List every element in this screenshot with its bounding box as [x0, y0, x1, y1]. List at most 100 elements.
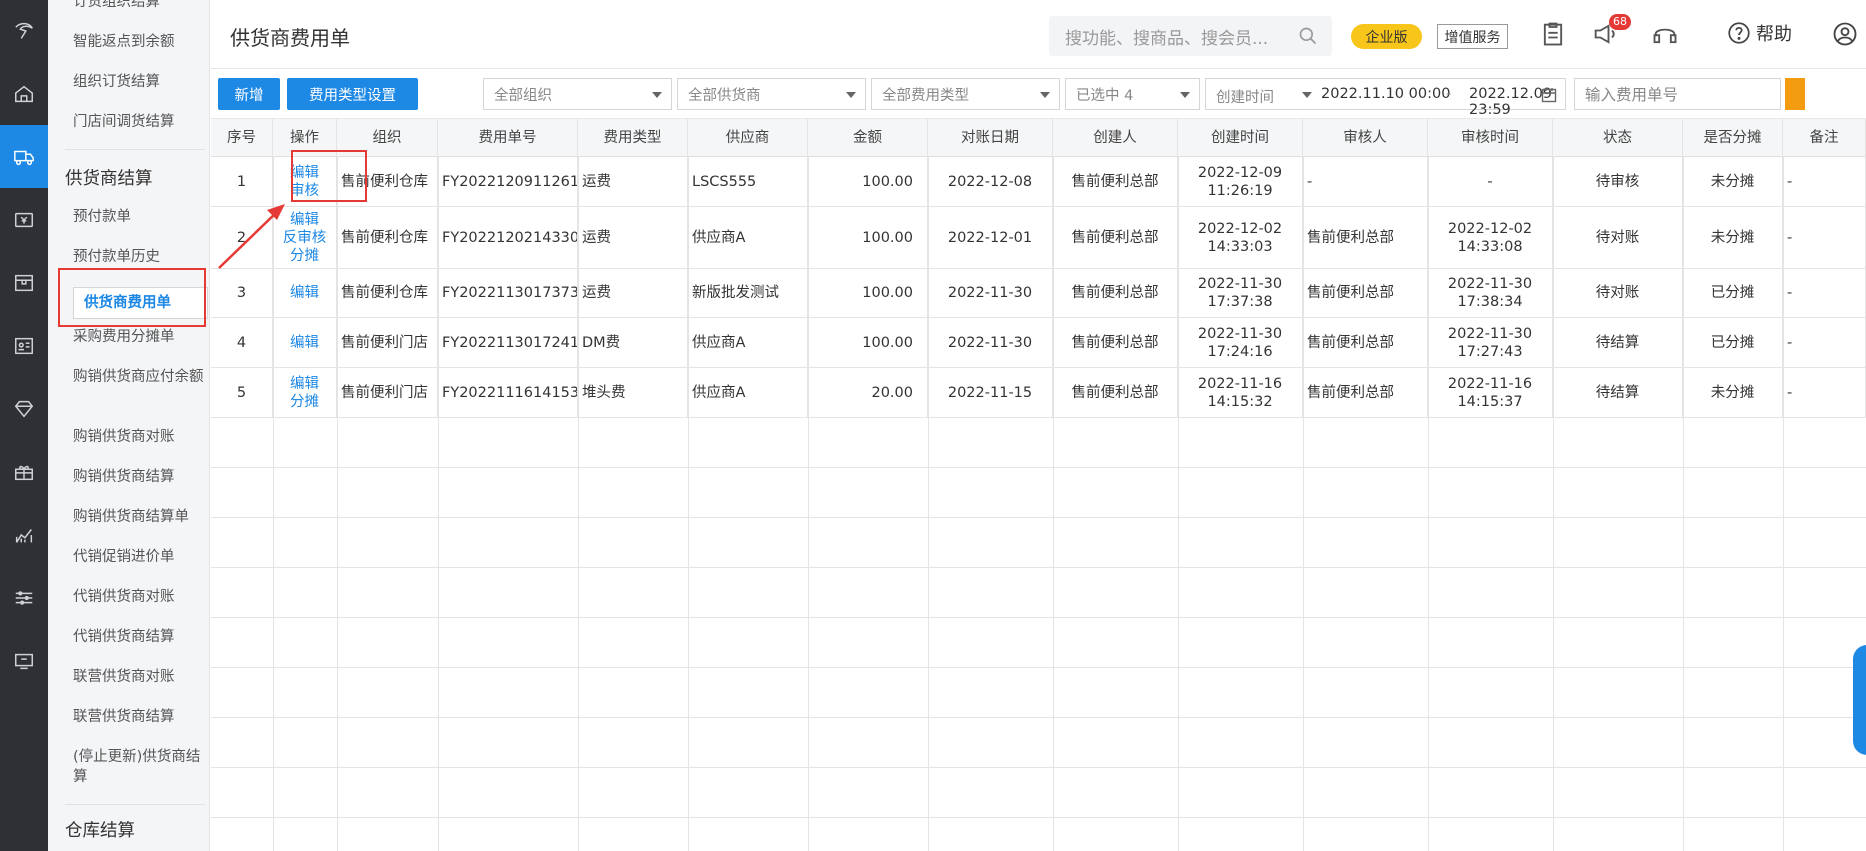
date-range-picker[interactable]: 创建时间 2022.11.10 00:00 - 2022.12.09 23:59 — [1205, 78, 1566, 118]
table-row[interactable]: 2编辑反审核分摊售前便利仓库FY20221202143303778运费供应商A1… — [211, 207, 1866, 269]
column-header[interactable]: 状态 — [1553, 119, 1683, 157]
search-submit-button[interactable] — [1785, 78, 1805, 110]
column-header[interactable]: 供应商 — [688, 119, 808, 157]
sidebar-item-prepay-history[interactable]: 预付款单历史 — [73, 247, 208, 267]
value-added-button[interactable]: 增值服务 — [1437, 24, 1508, 49]
clipboard-icon[interactable] — [1539, 20, 1567, 48]
global-search[interactable]: 搜功能、搜商品、搜会员... — [1049, 16, 1332, 56]
column-header[interactable]: 对账日期 — [928, 119, 1053, 157]
cell-created: 2022-11-30 17:24:16 — [1178, 318, 1303, 367]
column-divider — [578, 157, 579, 851]
fee-type-select[interactable]: 全部费用类型 — [871, 78, 1060, 110]
cell-org: 售前便利门店 — [337, 368, 438, 417]
sidebar-item-cut[interactable]: 订货组织结算 — [73, 0, 208, 12]
supplier-select[interactable]: 全部供货商 — [677, 78, 866, 110]
user-avatar-icon[interactable] — [1831, 20, 1859, 52]
column-header[interactable]: 备注 — [1783, 119, 1866, 157]
row-actions: 编辑 — [277, 334, 333, 352]
table-row[interactable]: 1编辑审核售前便利仓库FY20221209112619784运费LSCS5551… — [211, 157, 1866, 207]
row-action-link[interactable]: 分摊 — [290, 393, 319, 411]
row-action-link[interactable]: 编辑 — [290, 375, 319, 393]
column-divider — [1428, 157, 1429, 851]
home-icon[interactable] — [0, 62, 48, 125]
cell-creator: 售前便利总部 — [1053, 368, 1178, 417]
cell-note: - — [1783, 207, 1866, 268]
sidebar-item-purchase-alloc[interactable]: 采购费用分摊单 — [73, 327, 208, 347]
gift-icon[interactable] — [0, 440, 48, 503]
status-select[interactable]: 已选中 4 — [1065, 78, 1200, 110]
calendar-icon[interactable] — [1541, 87, 1557, 103]
sidebar-item-rebate[interactable]: 智能返点到余额 — [73, 32, 208, 52]
org-select[interactable]: 全部组织 — [483, 78, 672, 110]
cell-status: 待结算 — [1553, 368, 1683, 417]
fee-type-select-value: 全部费用类型 — [882, 87, 969, 104]
column-header[interactable]: 是否分摊 — [1683, 119, 1783, 157]
fee-type-settings-button[interactable]: 费用类型设置 — [287, 78, 418, 110]
id-card-icon[interactable] — [0, 314, 48, 377]
cell-status: 待对账 — [1553, 269, 1683, 317]
column-divider — [1053, 157, 1054, 851]
column-header[interactable]: 费用单号 — [438, 119, 578, 157]
sidebar-group-warehouse[interactable]: 仓库结算 — [65, 817, 135, 842]
cell-type: 运费 — [578, 269, 688, 317]
cell-note: - — [1783, 269, 1866, 317]
sidebar-item-purchase-recon[interactable]: 购销供货商对账 — [73, 427, 208, 447]
box-icon[interactable] — [0, 251, 48, 314]
fee-number-input[interactable]: 输入费用单号 — [1574, 78, 1781, 110]
delivery-truck-icon[interactable] — [0, 125, 48, 188]
cell-supplier: 新版批发测试 — [688, 269, 808, 317]
help-button[interactable]: 帮助 — [1726, 20, 1792, 46]
logo-icon[interactable] — [0, 0, 48, 62]
sliders-icon[interactable] — [0, 566, 48, 629]
yen-icon[interactable] — [0, 188, 48, 251]
table-row[interactable]: 3 编辑售前便利仓库FY20221130173738596运费新版批发测试100.… — [211, 269, 1866, 318]
row-action-link[interactable]: 编辑 — [290, 284, 319, 302]
sidebar-item-joint-recon[interactable]: 联营供货商对账 — [73, 667, 208, 687]
date-from[interactable]: 2022.11.10 00:00 — [1321, 86, 1450, 102]
edition-badge[interactable]: 企业版 — [1351, 24, 1422, 49]
column-divider — [928, 157, 929, 851]
search-input[interactable]: 搜功能、搜商品、搜会员... — [1065, 24, 1298, 49]
sidebar-item-consign-settle[interactable]: 代销供货商结算 — [73, 627, 208, 647]
column-header[interactable]: 创建人 — [1053, 119, 1178, 157]
search-icon[interactable] — [1298, 26, 1318, 46]
monitor-icon[interactable] — [0, 629, 48, 692]
column-header[interactable]: 审核时间 — [1428, 119, 1553, 157]
table-row[interactable]: 5编辑分摊售前便利门店FY20221116141532734堆头费供应商A20.… — [211, 368, 1866, 418]
sidebar-item-joint-settle[interactable]: 联营供货商结算 — [73, 707, 208, 727]
sidebar-item-legacy-settle[interactable]: (停止更新)供货商结算 — [73, 747, 208, 787]
cell-recon: 2022-11-15 — [928, 368, 1053, 417]
sidebar-item-consign-promo[interactable]: 代销促销进价单 — [73, 547, 208, 567]
sidebar-item-prepay[interactable]: 预付款单 — [73, 207, 208, 227]
sidebar-divider — [65, 149, 205, 150]
sidebar-item-purchase-settle[interactable]: 购销供货商结算 — [73, 467, 208, 487]
cell-audited: 2022-11-30 17:38:34 — [1428, 269, 1553, 317]
date-field-select[interactable]: 创建时间 — [1216, 86, 1274, 107]
column-header[interactable]: 创建时间 — [1178, 119, 1303, 157]
add-button[interactable]: 新增 — [218, 78, 280, 110]
sidebar-item-purchase-settle-doc[interactable]: 购销供货商结算单 — [73, 507, 208, 527]
column-header[interactable]: 金额 — [808, 119, 928, 157]
cell-type: 堆头费 — [578, 368, 688, 417]
sidebar-item-payable-balance[interactable]: 购销供货商应付余额 — [73, 367, 208, 387]
sidebar-item-org-order[interactable]: 组织订货结算 — [73, 72, 208, 92]
sidebar-group-supplier[interactable]: 供货商结算 — [65, 165, 153, 190]
chart-icon[interactable] — [0, 503, 48, 566]
annotation-highlight-box — [58, 268, 206, 327]
diamond-icon[interactable] — [0, 377, 48, 440]
headset-icon[interactable] — [1651, 20, 1679, 48]
sidebar-item-consign-recon[interactable]: 代销供货商对账 — [73, 587, 208, 607]
icon-rail — [0, 0, 48, 851]
sidebar-item-store-transfer[interactable]: 门店间调货结算 — [73, 112, 208, 132]
empty-row — [211, 568, 1866, 618]
cell-code: FY20221209112619784 — [438, 157, 578, 206]
column-header[interactable]: 审核人 — [1303, 119, 1428, 157]
cell-amount: 100.00 — [808, 157, 928, 206]
row-action-link[interactable]: 编辑 — [290, 334, 319, 352]
column-header[interactable]: 序号 — [211, 119, 273, 157]
empty-row — [211, 518, 1866, 568]
table-row[interactable]: 4 编辑售前便利门店FY20221130172416289DM费供应商A100.0… — [211, 318, 1866, 368]
column-header[interactable]: 费用类型 — [578, 119, 688, 157]
top-header: 供货商费用单 搜功能、搜商品、搜会员... 企业版 增值服务 68 帮助 — [211, 0, 1866, 69]
floating-side-button[interactable] — [1853, 645, 1866, 755]
